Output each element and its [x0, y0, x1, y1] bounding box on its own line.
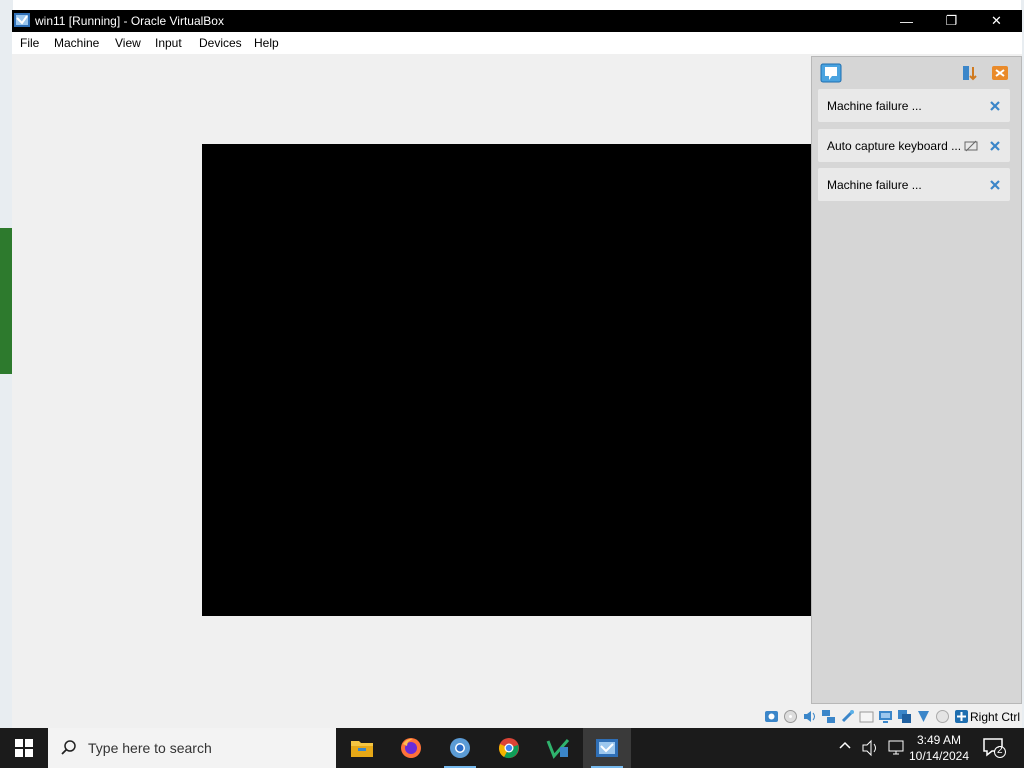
chromium-icon — [450, 738, 470, 758]
clock-date: 10/14/2024 — [908, 749, 970, 763]
window-title: win11 [Running] - Oracle VirtualBox — [35, 14, 224, 28]
display-icon[interactable] — [878, 709, 893, 724]
virtualbox-icon — [596, 739, 618, 757]
dismiss-icon[interactable] — [988, 178, 1002, 192]
file-explorer-icon — [351, 741, 373, 757]
menu-help[interactable]: Help — [254, 36, 279, 50]
do-not-show-again-icon[interactable] — [964, 139, 978, 153]
show-hidden-icons-chevron-icon[interactable] — [838, 738, 854, 756]
notification-item[interactable]: Machine failure ... — [818, 89, 1010, 122]
menu-input[interactable]: Input — [155, 36, 182, 50]
restore-icon: ❐ — [945, 13, 958, 28]
taskbar-vscode[interactable] — [534, 728, 582, 768]
notification-label: Auto capture keyboard ... — [827, 139, 962, 153]
notification-center: Machine failure ... Auto capture keyboar… — [811, 56, 1022, 704]
close-button[interactable]: ✕ — [974, 10, 1019, 32]
shared-folders-icon[interactable] — [859, 709, 874, 724]
notification-center-toggle-icon[interactable] — [820, 63, 842, 83]
dismiss-icon[interactable] — [988, 139, 1002, 153]
chrome-icon — [499, 738, 519, 759]
usb-icon[interactable] — [840, 709, 855, 724]
firefox-icon — [401, 738, 421, 758]
taskbar: Type here to search 3:49 AM 10/14/2024 2 — [0, 728, 1024, 768]
minimize-icon: — — [900, 13, 913, 29]
video-capture-icon[interactable] — [897, 709, 912, 724]
network-status-icon[interactable] — [886, 738, 906, 758]
optical-drive-icon[interactable] — [783, 709, 798, 724]
host-key-label[interactable]: Right Ctrl — [970, 710, 1020, 724]
vm-display-area: Machine failure ... Auto capture keyboar… — [12, 54, 1022, 704]
clear-all-icon[interactable] — [989, 63, 1011, 83]
vscode-icon — [546, 739, 570, 759]
taskbar-search-box[interactable]: Type here to search — [48, 728, 336, 768]
audio-icon[interactable] — [802, 709, 817, 724]
menu-view[interactable]: View — [115, 36, 141, 50]
maximize-button[interactable]: ❐ — [929, 10, 974, 32]
search-placeholder: Type here to search — [88, 740, 212, 756]
menu-file[interactable]: File — [20, 36, 39, 50]
notification-label: Machine failure ... — [827, 178, 922, 192]
action-center-button[interactable]: 2 — [982, 737, 1006, 759]
virtualbox-window: win11 [Running] - Oracle VirtualBox — ❐ … — [12, 10, 1022, 728]
hard-disk-icon[interactable] — [764, 709, 779, 724]
minimize-button[interactable]: — — [884, 10, 929, 32]
windows-logo-icon — [15, 739, 33, 757]
taskbar-virtualbox[interactable] — [583, 728, 631, 768]
guest-screen[interactable] — [202, 144, 832, 616]
dismiss-icon[interactable] — [988, 99, 1002, 113]
notification-item[interactable]: Auto capture keyboard ... — [818, 129, 1010, 162]
taskbar-file-explorer[interactable] — [338, 728, 386, 768]
virtualbox-app-icon — [14, 13, 30, 27]
desktop-window-fragment — [0, 228, 12, 374]
taskbar-chromium[interactable] — [436, 728, 484, 768]
search-icon — [61, 740, 76, 755]
notification-count-badge: 2 — [997, 745, 1003, 756]
clock-time: 3:49 AM — [916, 733, 962, 747]
sort-icon[interactable] — [961, 63, 981, 83]
menu-machine[interactable]: Machine — [54, 36, 99, 50]
title-bar[interactable]: win11 [Running] - Oracle VirtualBox — ❐ … — [12, 10, 1022, 32]
taskbar-firefox[interactable] — [387, 728, 435, 768]
menu-devices[interactable]: Devices — [199, 36, 242, 50]
notification-item[interactable]: Machine failure ... — [818, 168, 1010, 201]
taskbar-chrome[interactable] — [485, 728, 533, 768]
taskbar-clock[interactable]: 3:49 AM 10/14/2024 — [906, 732, 972, 764]
start-button[interactable] — [0, 728, 48, 768]
cpu-icon[interactable] — [935, 709, 950, 724]
close-icon: ✕ — [991, 13, 1002, 28]
keyboard-icon[interactable] — [954, 709, 969, 724]
network-icon[interactable] — [821, 709, 836, 724]
status-bar: Right Ctrl — [12, 704, 1022, 728]
volume-icon[interactable] — [861, 738, 881, 758]
menu-bar: File Machine View Input Devices Help — [12, 32, 1022, 54]
recording-icon[interactable] — [916, 709, 931, 724]
notification-label: Machine failure ... — [827, 99, 922, 113]
